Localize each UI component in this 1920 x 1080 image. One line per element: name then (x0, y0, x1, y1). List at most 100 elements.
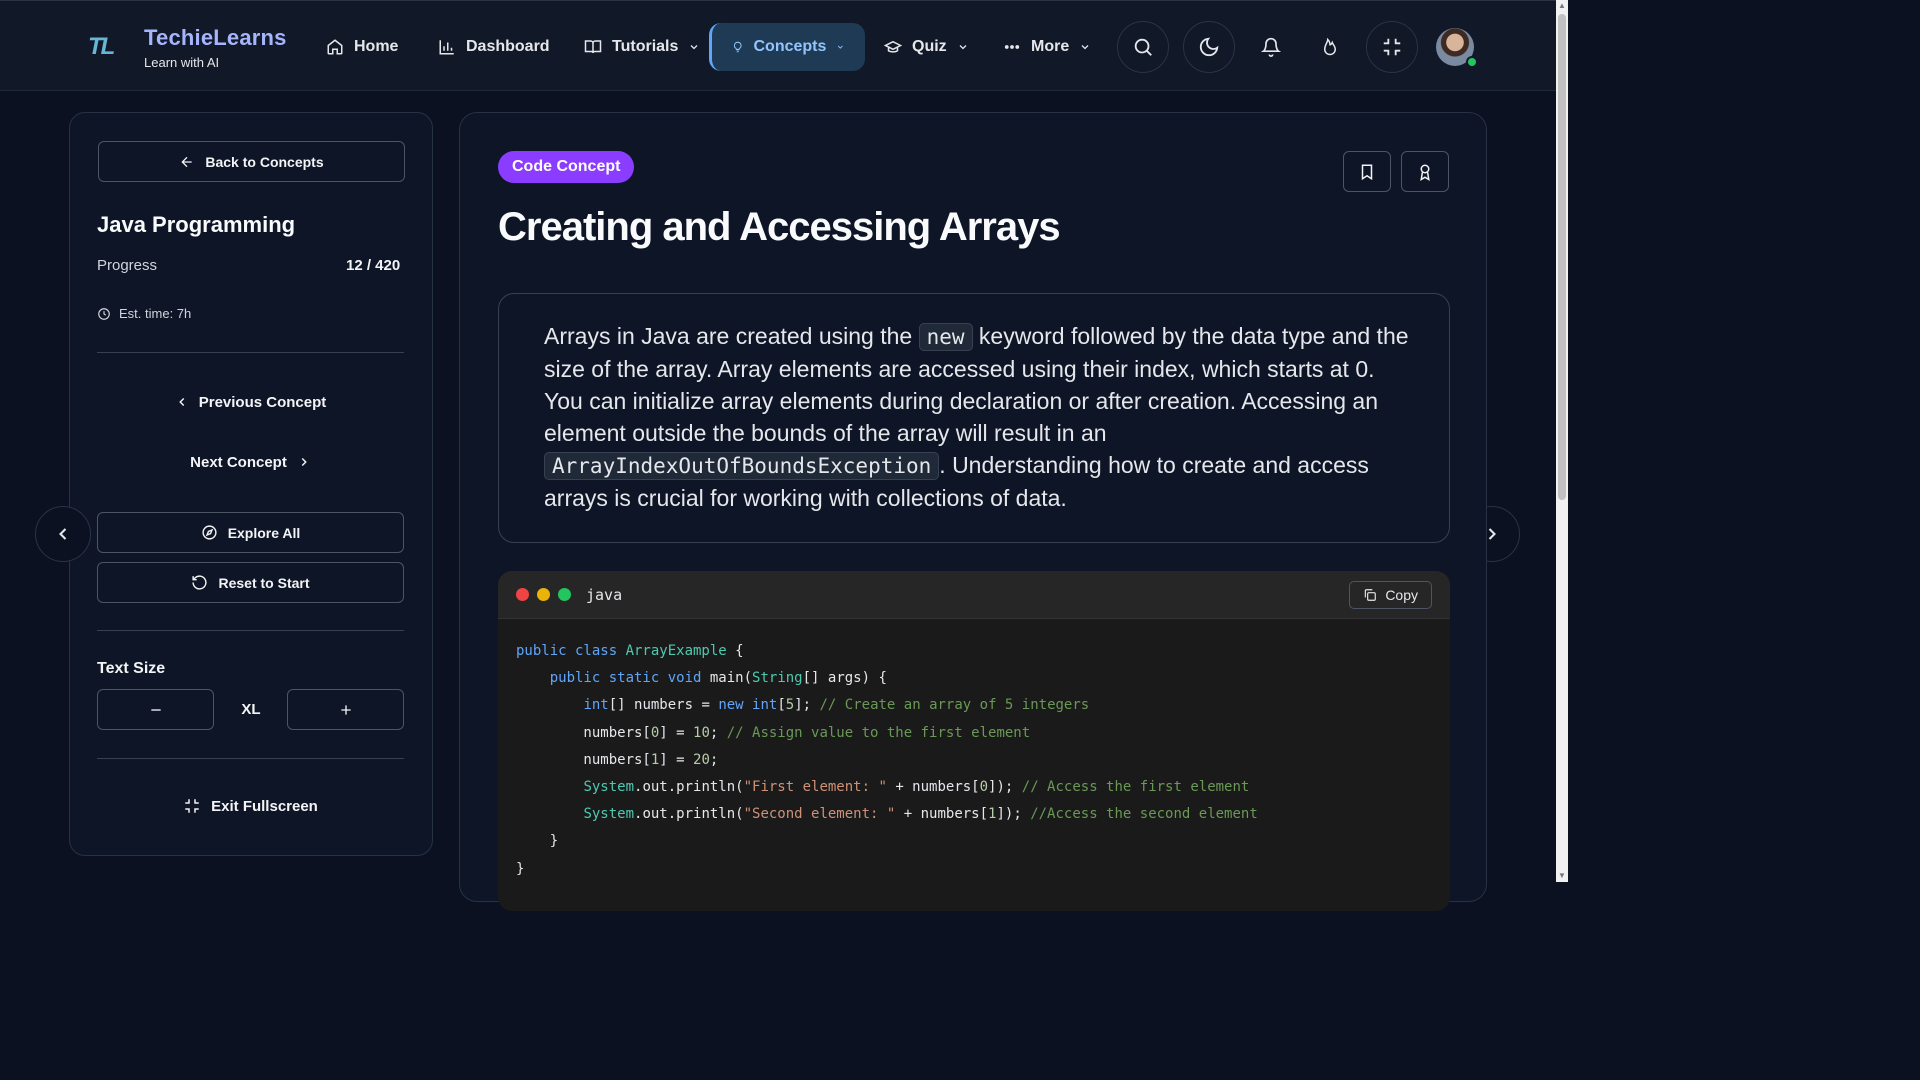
mark-complete-button[interactable] (1401, 151, 1449, 192)
code-token: System (583, 779, 634, 795)
nav-quiz-label: Quiz (912, 38, 947, 56)
code-token: + numbers[ (895, 806, 988, 822)
code-token: ] = (659, 725, 693, 741)
nav-dashboard-label: Dashboard (466, 38, 550, 56)
brand-tagline: Learn with AI (144, 55, 287, 70)
scrollbar-thumb[interactable] (1558, 14, 1566, 500)
code-block: java Copy public class ArrayExample { pu… (498, 571, 1450, 911)
minus-icon (148, 702, 164, 718)
nav-tutorials[interactable]: Tutorials (584, 23, 700, 71)
graduation-cap-icon (884, 38, 902, 56)
next-concept-button[interactable]: Next Concept (97, 442, 404, 482)
inline-code: ArrayIndexOutOfBoundsException (544, 452, 939, 480)
code-token: // Assign value to the first element (727, 725, 1030, 741)
book-icon (584, 38, 602, 56)
copy-icon (1363, 588, 1377, 602)
code-token: "First element: " (744, 779, 887, 795)
previous-concept-button[interactable]: Previous Concept (97, 382, 404, 422)
brand[interactable]: TechieLearns Learn with AI (144, 25, 287, 70)
next-concept-label: Next Concept (190, 454, 287, 471)
divider (97, 630, 404, 631)
text-size-value: XL (228, 701, 274, 718)
code-block-header: java Copy (498, 571, 1450, 619)
nav-home-label: Home (354, 38, 398, 56)
explore-all-label: Explore All (228, 525, 301, 541)
progress-value: 12 / 420 (346, 257, 400, 274)
code-token: //Access the second element (1030, 806, 1258, 822)
code-token: ; (710, 725, 727, 741)
reset-to-start-label: Reset to Start (218, 575, 309, 591)
code-token: // Access the first element (1022, 779, 1250, 795)
chevron-down-icon (1079, 41, 1091, 53)
award-icon (1416, 163, 1434, 181)
code-token (516, 697, 583, 713)
plus-icon (338, 702, 354, 718)
theme-toggle-button[interactable] (1183, 21, 1235, 73)
progress-label: Progress (97, 257, 157, 274)
page-title: Creating and Accessing Arrays (498, 205, 1060, 250)
code-token: + numbers[ (887, 779, 980, 795)
home-icon (326, 38, 344, 56)
ellipsis-icon (1003, 38, 1021, 56)
chevron-left-icon (175, 395, 189, 409)
page-scrollbar[interactable]: ▲ ▼ (1556, 0, 1568, 882)
code-token: numbers[ (516, 752, 651, 768)
code-token: [] args) { (803, 670, 887, 686)
nav-more[interactable]: More (1003, 23, 1091, 71)
exit-fullscreen-button[interactable]: Exit Fullscreen (97, 786, 404, 826)
nav-home[interactable]: Home (326, 23, 398, 71)
minimize-icon (183, 797, 201, 815)
code-token: String (752, 670, 803, 686)
streak-button[interactable] (1304, 21, 1356, 73)
code-line: public class ArrayExample { (516, 638, 1450, 665)
bookmark-button[interactable] (1343, 151, 1391, 192)
reset-to-start-button[interactable]: Reset to Start (97, 562, 404, 603)
minimize-button[interactable] (1366, 21, 1418, 73)
bar-chart-icon (438, 38, 456, 56)
nav-dashboard[interactable]: Dashboard (438, 23, 550, 71)
previous-concept-label: Previous Concept (199, 394, 327, 411)
scroll-up-icon[interactable]: ▲ (1558, 2, 1566, 10)
avatar[interactable] (1436, 28, 1474, 66)
concept-card: Code Concept Creating and Accessing Arra… (459, 112, 1487, 902)
minimize-icon (1381, 36, 1403, 58)
previous-arrow-button[interactable] (35, 506, 91, 562)
code-token: int (583, 697, 608, 713)
chevron-right-icon (297, 455, 311, 469)
bell-icon (1261, 37, 1281, 57)
search-button[interactable] (1117, 21, 1169, 73)
decrease-text-size-button[interactable] (97, 689, 214, 730)
increase-text-size-button[interactable] (287, 689, 404, 730)
code-token: public class (516, 643, 626, 659)
code-token (516, 806, 583, 822)
code-token: 0 (980, 779, 988, 795)
nav-tutorials-label: Tutorials (612, 38, 678, 56)
nav-quiz[interactable]: Quiz (884, 23, 969, 71)
scroll-down-icon[interactable]: ▼ (1558, 872, 1566, 880)
lightbulb-icon (732, 38, 743, 56)
brand-name: TechieLearns (144, 25, 287, 51)
code-token: 5 (786, 697, 794, 713)
back-to-concepts-button[interactable]: Back to Concepts (98, 141, 405, 182)
notifications-button[interactable] (1245, 21, 1297, 73)
code-token: ]); (988, 779, 1022, 795)
code-line: } (516, 828, 1450, 855)
compass-icon (201, 524, 218, 541)
code-language: java (586, 586, 622, 604)
description-box: Arrays in Java are created using the new… (498, 293, 1450, 543)
window-dot-red (516, 588, 529, 601)
nav-concepts[interactable]: Concepts (709, 23, 865, 71)
code-line: System.out.println("First element: " + n… (516, 774, 1450, 801)
estimated-time-label: Est. time: 7h (119, 306, 191, 321)
code-token: ]); (996, 806, 1030, 822)
top-navbar: TL TechieLearns Learn with AI Home Dashb… (0, 0, 1556, 91)
code-line: public static void main(String[] args) { (516, 665, 1450, 692)
code-token: ; (710, 752, 718, 768)
copy-code-button[interactable]: Copy (1349, 581, 1432, 609)
logo-icon[interactable]: TL (88, 33, 124, 61)
course-title: Java Programming (97, 212, 295, 238)
explore-all-button[interactable]: Explore All (97, 512, 404, 553)
code-token: System (583, 806, 634, 822)
search-icon (1132, 36, 1154, 58)
code-token: "Second element: " (744, 806, 896, 822)
